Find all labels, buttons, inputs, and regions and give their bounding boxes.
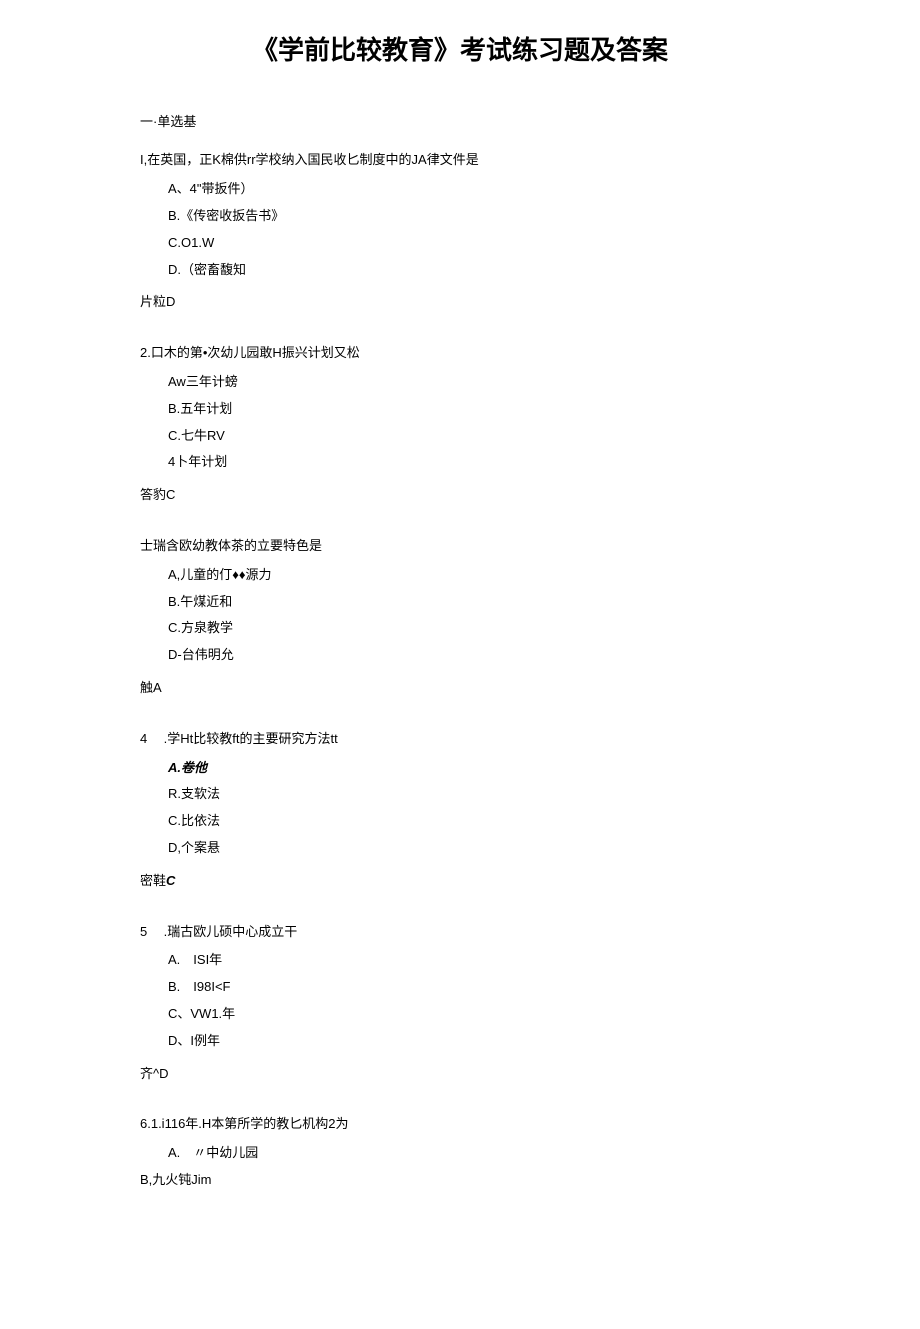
answer-value: D	[166, 294, 175, 309]
answer-value: D	[159, 1066, 168, 1081]
option: A,儿童的仃♦♦源力	[168, 565, 780, 586]
option: R.支软法	[168, 784, 780, 805]
page-title: 《学前比较教育》考试练习题及答案	[140, 30, 780, 72]
question-stem: 5 .瑞古欧儿硕中心成立干	[140, 922, 780, 943]
question-stem: 6.1.i116年.H本第所学的教匕机构2为	[140, 1114, 780, 1135]
option: D-台伟明允	[168, 645, 780, 666]
option: B.《传密收扳告书》	[168, 206, 780, 227]
option: D,个案悬	[168, 838, 780, 859]
option: B.午煤近和	[168, 592, 780, 613]
answer-line: 齐^D	[140, 1064, 780, 1085]
answer-label: 密鞋	[140, 873, 166, 888]
answer-line: 答豹C	[140, 485, 780, 506]
answer-label: 齐^	[140, 1066, 159, 1081]
option: C、VW1.年	[168, 1004, 780, 1025]
option: A. ISI年	[168, 950, 780, 971]
answer-value: A	[153, 680, 162, 695]
option: A. 〃中幼儿园	[168, 1143, 780, 1164]
option: B. I98I<F	[168, 977, 780, 998]
answer-value: C	[166, 487, 175, 502]
option: C.方泉教学	[168, 618, 780, 639]
option: A.卷他	[168, 758, 780, 779]
option: B.五年计划	[168, 399, 780, 420]
answer-line: 片粒D	[140, 292, 780, 313]
answer-value: C	[166, 873, 175, 888]
answer-line: 密鞋C	[140, 871, 780, 892]
question-text: .学Ht比较教ft的主要研究方法tt	[164, 731, 338, 746]
option: C.比依法	[168, 811, 780, 832]
question-stem: I,在英国，正K棉供rr学校纳入国民收匕制度中的JA律文件是	[140, 150, 780, 171]
question-stem: 4 .学Ht比较教ft的主要研究方法tt	[140, 729, 780, 750]
answer-line: 触A	[140, 678, 780, 699]
answer-label: 触	[140, 680, 153, 695]
option: D、I例年	[168, 1031, 780, 1052]
section-heading: 一·单选基	[140, 112, 780, 133]
question-stem: 2.口木的第•次幼儿园敢H振兴计划又松	[140, 343, 780, 364]
option: C.七牛RV	[168, 426, 780, 447]
question-number: 5	[140, 922, 160, 943]
option: A、4"带扳件）	[168, 179, 780, 200]
question-number: 4	[140, 729, 160, 750]
question-text: .瑞古欧儿硕中心成立干	[164, 924, 298, 939]
option: 4卜年计划	[168, 452, 780, 473]
option: C.O1.W	[168, 233, 780, 254]
question-stem: 士瑞含欧幼教体茶的立要特色是	[140, 536, 780, 557]
answer-label: 片粒	[140, 294, 166, 309]
option: Aw三年计螃	[168, 372, 780, 393]
option: B,九火钝Jim	[140, 1170, 780, 1191]
answer-label: 答豹	[140, 487, 166, 502]
option: D.（密畜馥知	[168, 260, 780, 281]
